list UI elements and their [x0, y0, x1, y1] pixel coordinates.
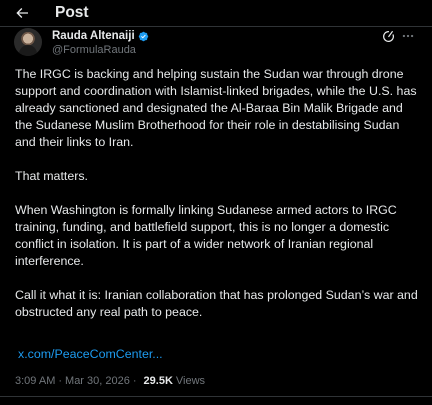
tweet-paragraph: When Washington is formally linking Suda…	[15, 203, 397, 268]
tweet-paragraph: Call it what it is: Iranian collaboratio…	[15, 288, 418, 319]
views-count[interactable]: 29.5K	[144, 374, 173, 388]
tweet-paragraph: That matters.	[15, 169, 88, 183]
user-handle[interactable]: @FormulaRauda	[52, 44, 136, 56]
avatar-figure	[19, 45, 37, 56]
grok-button[interactable]	[380, 28, 396, 44]
arrow-left-icon	[16, 8, 28, 18]
more-icon	[402, 34, 414, 38]
post-header: Post	[0, 0, 432, 27]
back-button[interactable]	[12, 3, 32, 23]
page-title: Post	[55, 4, 89, 21]
verified-badge-icon	[138, 31, 149, 42]
meta-separator: ·	[132, 375, 137, 387]
meta-separator: ·	[58, 375, 63, 387]
grok-icon	[382, 30, 394, 42]
divider	[0, 396, 432, 397]
more-options-button[interactable]	[400, 28, 416, 44]
post-date[interactable]: Mar 30, 2026	[65, 374, 130, 388]
tweet-text: The IRGC is backing and helping sustain …	[15, 66, 419, 338]
display-name[interactable]: Rauda Altenaiji	[52, 30, 135, 42]
name-row: Rauda Altenaiji	[52, 29, 149, 43]
avatar[interactable]	[14, 28, 42, 56]
author-row: Rauda Altenaiji @FormulaRauda	[14, 28, 418, 58]
views-label: Views	[175, 375, 206, 387]
post-view: Post Rauda Altenaiji @FormulaRauda The I…	[0, 0, 432, 405]
post-meta: 3:09 AM · Mar 30, 2026 · 29.5K Views	[15, 374, 205, 388]
post-time[interactable]: 3:09 AM	[15, 374, 55, 388]
tweet-link[interactable]: x.com/PeaceComCenter...	[18, 346, 163, 363]
tweet-paragraph: The IRGC is backing and helping sustain …	[15, 67, 417, 149]
